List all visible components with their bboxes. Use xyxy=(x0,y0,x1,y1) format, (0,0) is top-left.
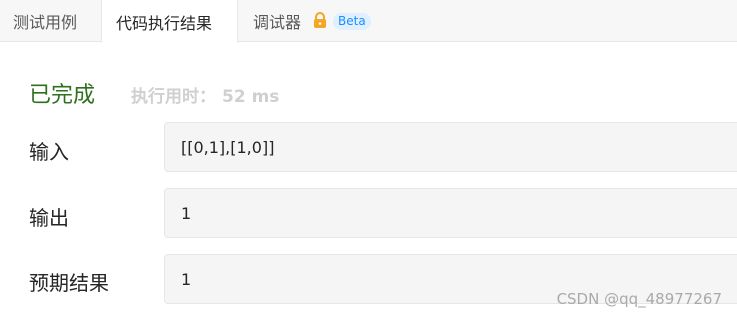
expected-value: 1 xyxy=(181,269,192,289)
tab-debugger[interactable]: 调试器 Beta xyxy=(238,0,388,42)
input-value-box[interactable]: [[0,1],[1,0]] xyxy=(164,122,737,172)
expected-label: 预期结果 xyxy=(29,271,109,295)
runtime: 执行用时： 52 ms xyxy=(131,82,279,107)
tab-debugger-label: 调试器 xyxy=(253,13,302,32)
output-value-box[interactable]: 1 xyxy=(164,188,737,238)
input-value: [[0,1],[1,0]] xyxy=(181,137,275,157)
tab-testcase[interactable]: 测试用例 xyxy=(0,0,101,42)
input-label: 输入 xyxy=(29,140,69,164)
tab-result-label: 代码执行结果 xyxy=(116,13,213,33)
tab-result[interactable]: 代码执行结果 xyxy=(101,0,238,43)
watermark: CSDN @qq_48977267 xyxy=(556,290,722,308)
tab-bar: 测试用例 代码执行结果 调试器 Beta xyxy=(0,0,737,43)
tab-testcase-label: 测试用例 xyxy=(13,13,78,32)
output-value: 1 xyxy=(181,203,192,223)
lock-icon xyxy=(311,11,329,29)
runtime-value: 52 ms xyxy=(222,87,280,107)
status-label: 已完成 xyxy=(29,83,96,108)
runtime-label: 执行用时： xyxy=(131,87,216,107)
beta-badge: Beta xyxy=(333,12,371,30)
output-label: 输出 xyxy=(29,206,69,230)
